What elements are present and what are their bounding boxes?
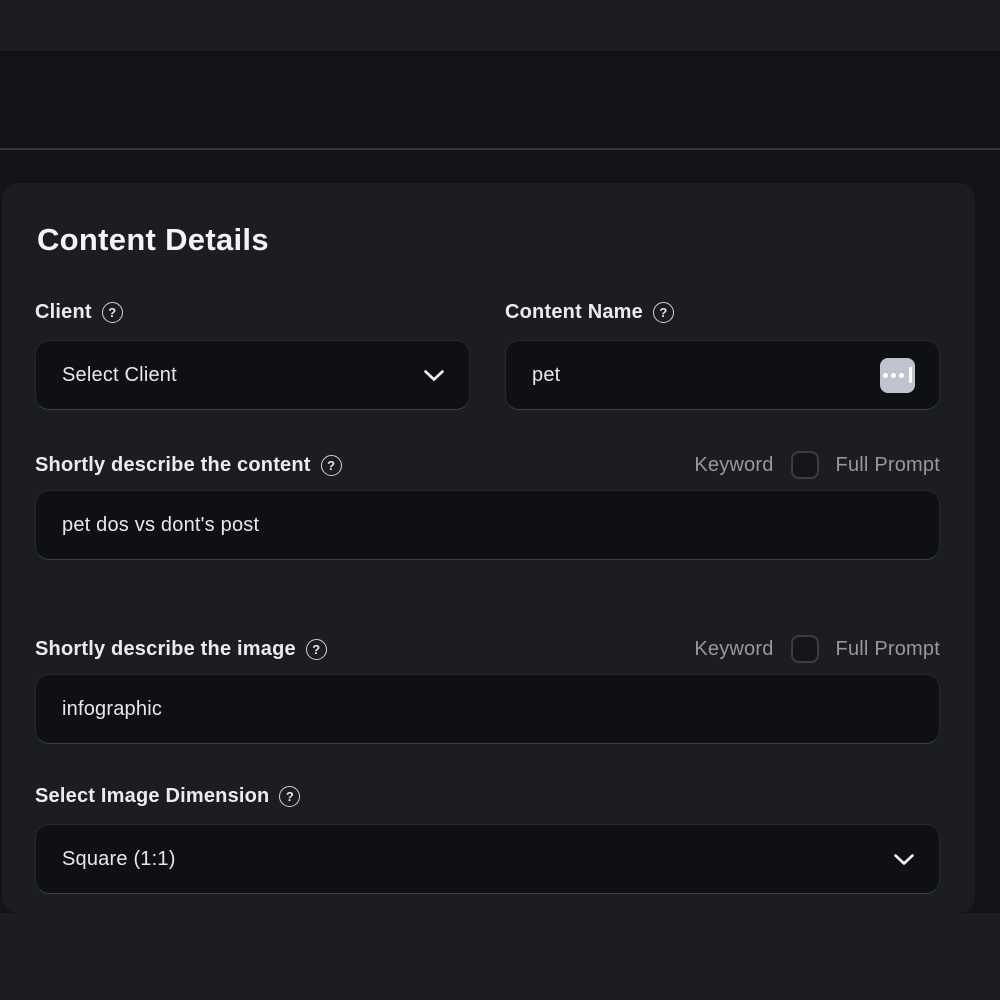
content-details-card: Content Details Client ? Select Client C… (2, 183, 975, 913)
image-prompt-mode-toggle: Keyword Full Prompt (694, 635, 940, 663)
client-field-group: Client ? Select Client (35, 298, 470, 410)
image-dimension-section: Select Image Dimension ? Square (1:1) (35, 782, 940, 894)
dot (891, 373, 896, 378)
dot (899, 373, 904, 378)
page-title: Content Details (37, 218, 940, 262)
describe-content-field: pet dos vs dont's post (35, 490, 940, 560)
chevron-down-icon (423, 369, 445, 382)
dot (883, 373, 888, 378)
help-icon[interactable]: ? (653, 302, 674, 323)
describe-content-section: Shortly describe the content ? Keyword F… (35, 450, 940, 560)
chevron-down-icon (893, 853, 915, 866)
content-name-label-row: Content Name ? (505, 298, 940, 326)
help-icon[interactable]: ? (279, 786, 300, 807)
cursor-bar (909, 367, 912, 383)
full-prompt-label: Full Prompt (836, 454, 940, 477)
client-select-value: Select Client (62, 364, 423, 387)
client-label-row: Client ? (35, 298, 470, 326)
content-name-input[interactable] (532, 362, 880, 388)
autofill-extension-icon[interactable] (880, 358, 915, 393)
describe-image-header: Shortly describe the image ? Keyword Ful… (35, 634, 940, 664)
keyword-label: Keyword (694, 454, 773, 477)
describe-image-field: infographic (35, 674, 940, 744)
top-bar (0, 0, 1000, 51)
describe-image-section: Shortly describe the image ? Keyword Ful… (35, 634, 940, 744)
header-divider (0, 148, 1000, 150)
content-prompt-mode-toggle: Keyword Full Prompt (694, 451, 940, 479)
keyword-label: Keyword (694, 638, 773, 661)
client-select[interactable]: Select Client (35, 340, 470, 410)
describe-content-label: Shortly describe the content (35, 454, 311, 477)
image-prompt-mode-checkbox[interactable] (791, 635, 819, 663)
help-icon[interactable]: ? (321, 455, 342, 476)
describe-content-textarea[interactable]: pet dos vs dont's post (62, 512, 915, 538)
describe-image-textarea[interactable]: infographic (62, 696, 915, 722)
content-name-field (505, 340, 940, 410)
describe-image-label: Shortly describe the image (35, 638, 296, 661)
bottom-bar (0, 913, 1000, 1000)
image-dimension-label: Select Image Dimension (35, 785, 269, 808)
image-dimension-select[interactable]: Square (1:1) (35, 824, 940, 894)
describe-content-header: Shortly describe the content ? Keyword F… (35, 450, 940, 480)
full-prompt-label: Full Prompt (836, 638, 940, 661)
help-icon[interactable]: ? (306, 639, 327, 660)
client-contentname-row: Client ? Select Client Content Name ? (35, 298, 940, 410)
describe-image-label-row: Shortly describe the image ? (35, 635, 327, 663)
content-name-field-group: Content Name ? (505, 298, 940, 410)
content-prompt-mode-checkbox[interactable] (791, 451, 819, 479)
content-name-label: Content Name (505, 301, 643, 324)
client-label: Client (35, 301, 92, 324)
image-dimension-label-row: Select Image Dimension ? (35, 782, 940, 810)
image-dimension-value: Square (1:1) (62, 848, 893, 871)
help-icon[interactable]: ? (102, 302, 123, 323)
describe-content-label-row: Shortly describe the content ? (35, 451, 342, 479)
